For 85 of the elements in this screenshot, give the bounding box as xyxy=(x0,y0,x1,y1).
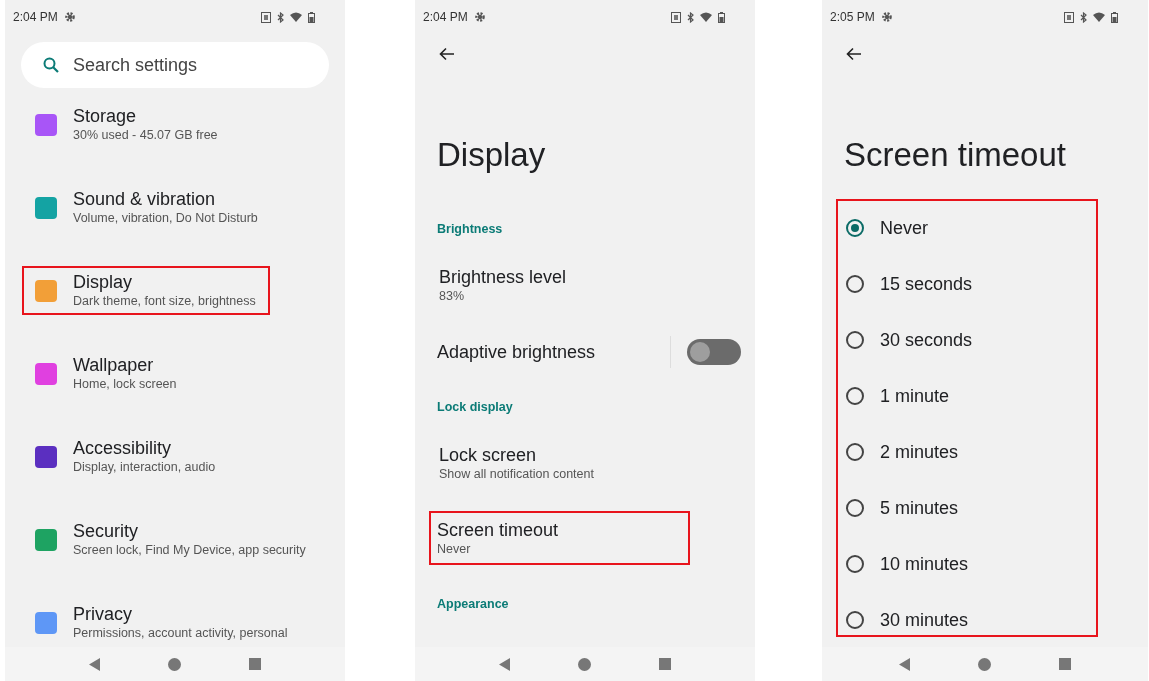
back-arrow-icon xyxy=(846,47,862,61)
bluetooth-icon xyxy=(277,11,284,23)
item-title: Display xyxy=(73,271,134,293)
bluetooth-icon xyxy=(1080,11,1087,23)
radio-option[interactable]: 1 minute xyxy=(838,381,1096,411)
settings-item[interactable]: Lock screen Show all notification content xyxy=(431,441,596,485)
item-subtitle: Display, interaction, audio xyxy=(73,459,216,476)
settings-item[interactable]: Accessibility Display, interaction, audio xyxy=(22,432,230,481)
recents-square-icon xyxy=(1059,658,1071,670)
home-circle-icon xyxy=(978,657,991,671)
sim-card-icon xyxy=(261,11,271,23)
radio-button[interactable] xyxy=(846,275,864,293)
settings-item[interactable]: Display Dark theme, font size, brightness xyxy=(22,266,270,315)
item-title: Accessibility xyxy=(73,437,173,459)
item-subtitle: 30% used - 45.07 GB free xyxy=(73,127,218,144)
back-arrow-icon xyxy=(439,47,455,61)
back-triangle-icon xyxy=(89,657,100,671)
gear-icon xyxy=(473,11,486,23)
item-title: Security xyxy=(73,520,140,542)
battery-icon xyxy=(718,11,725,23)
gear-icon xyxy=(880,11,893,23)
back-triangle-icon xyxy=(499,657,510,671)
item-title: Privacy xyxy=(73,603,133,625)
gear-icon xyxy=(63,11,76,23)
item-subtitle: Never xyxy=(437,540,472,558)
item-subtitle: 83% xyxy=(439,287,466,305)
sim-card-icon xyxy=(1064,11,1074,23)
home-circle-icon xyxy=(168,657,181,671)
item-subtitle: Home, lock screen xyxy=(73,376,177,393)
radio-button[interactable] xyxy=(846,331,864,349)
item-title: Adaptive brightness xyxy=(437,340,597,364)
item-title: Lock screen xyxy=(439,443,538,466)
search-field[interactable]: Search settings xyxy=(73,51,293,79)
page-title: Screen timeout xyxy=(844,135,1066,176)
radio-button[interactable] xyxy=(846,555,864,573)
item-title: Wallpaper xyxy=(73,354,155,376)
settings-item[interactable]: Sound & vibration Volume, vibration, Do Not Disturb xyxy=(22,183,272,232)
battery-icon xyxy=(308,11,315,23)
radio-button[interactable] xyxy=(846,443,864,461)
search-icon xyxy=(43,57,59,73)
battery-icon xyxy=(1111,11,1118,23)
item-subtitle: Dark theme, font size, brightness xyxy=(73,293,256,310)
status-time: 2:05 PM xyxy=(830,9,875,26)
toggle-switch[interactable] xyxy=(687,339,741,365)
sim-card-icon xyxy=(671,11,681,23)
radio-option[interactable]: 10 minutes xyxy=(838,549,1096,579)
item-title: Sound & vibration xyxy=(73,188,217,210)
item-title: Storage xyxy=(73,105,138,127)
settings-item[interactable]: Wallpaper Home, lock screen xyxy=(22,349,191,398)
section-header: Appearance xyxy=(437,595,509,613)
radio-button[interactable] xyxy=(846,387,864,405)
radio-option[interactable]: 30 seconds xyxy=(838,325,1096,355)
settings-item[interactable]: Privacy Permissions, account activity, personal xyxy=(22,598,302,647)
radio-button[interactable] xyxy=(846,219,864,237)
search-bar[interactable]: Search settings xyxy=(21,42,329,88)
settings-item[interactable]: Storage 30% used - 45.07 GB free xyxy=(22,100,232,149)
radio-option[interactable]: 30 minutes xyxy=(838,605,1096,635)
recents-square-icon xyxy=(659,658,671,670)
item-title: Brightness level xyxy=(439,265,567,288)
recents-square-icon xyxy=(249,658,261,670)
item-subtitle: Permissions, account activity, personal xyxy=(73,625,288,642)
radio-option[interactable]: Never xyxy=(838,213,1096,243)
bluetooth-icon xyxy=(687,11,694,23)
status-time: 2:04 PM xyxy=(13,9,58,26)
settings-item[interactable]: Brightness level 83% xyxy=(431,263,569,307)
settings-item[interactable]: Security Screen lock, Find My Device, app security xyxy=(22,515,320,564)
back-triangle-icon xyxy=(899,657,910,671)
item-subtitle: Volume, vibration, Do Not Disturb xyxy=(73,210,258,227)
home-circle-icon xyxy=(578,657,591,671)
radio-option[interactable]: 5 minutes xyxy=(838,493,1096,523)
item-subtitle: Show all notification content xyxy=(439,465,594,483)
radio-option[interactable]: 2 minutes xyxy=(838,437,1096,467)
status-time: 2:04 PM xyxy=(423,9,468,26)
item-title: Screen timeout xyxy=(437,518,560,541)
radio-button[interactable] xyxy=(846,611,864,629)
wifi-icon xyxy=(700,12,712,22)
page-title: Display xyxy=(437,135,546,176)
wifi-icon xyxy=(290,12,302,22)
section-header: Brightness xyxy=(437,220,503,238)
settings-item[interactable]: Screen timeout Never xyxy=(429,511,690,565)
section-header: Lock display xyxy=(437,398,513,416)
item-subtitle: Screen lock, Find My Device, app security xyxy=(73,542,306,559)
radio-option[interactable]: 15 seconds xyxy=(838,269,1096,299)
wifi-icon xyxy=(1093,12,1105,22)
radio-button[interactable] xyxy=(846,499,864,517)
